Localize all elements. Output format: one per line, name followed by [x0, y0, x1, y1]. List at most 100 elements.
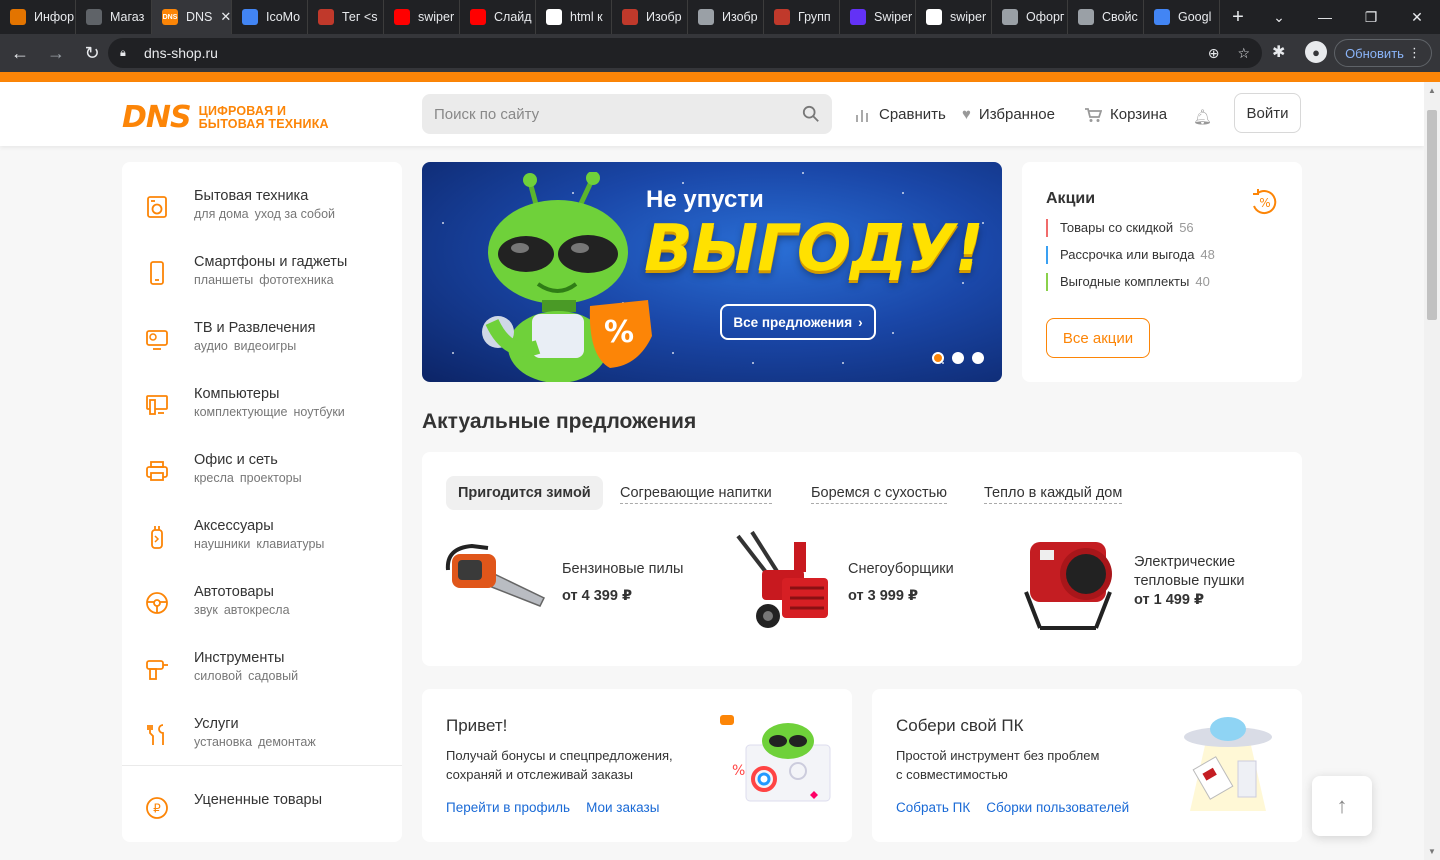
browser-tab[interactable]: IcoMo: [232, 0, 308, 34]
build-pc-link[interactable]: Собрать ПК: [896, 800, 970, 815]
browser-update-button[interactable]: Обновить ⋮: [1334, 39, 1432, 67]
browser-tab[interactable]: swiper: [384, 0, 460, 34]
offer-tab[interactable]: Согревающие напитки: [608, 476, 784, 510]
sidebar-sublink[interactable]: силовой: [194, 669, 242, 683]
sidebar-item-discounted[interactable]: ₽ Уцененные товары: [122, 789, 402, 849]
login-button[interactable]: Войти: [1234, 93, 1301, 133]
promotion-link[interactable]: Товары со скидкой 56: [1046, 219, 1194, 237]
sidebar-sublink[interactable]: установка: [194, 735, 252, 749]
sidebar-item-4[interactable]: Компьютеры комплектующие ноутбуки: [122, 386, 402, 446]
promo-banner-slider[interactable]: % Не упусти ВЫГОДУ! Все предложения ›: [422, 162, 1002, 382]
page-scrollbar[interactable]: ▲ ▼: [1424, 82, 1440, 860]
sidebar-sublink[interactable]: ноутбуки: [294, 405, 345, 419]
product-name: Снегоуборщики: [848, 560, 954, 579]
offer-product[interactable]: Бензиновые пилы от 4 399 ₽: [562, 532, 722, 632]
sidebar-sublink[interactable]: автокресла: [224, 603, 290, 617]
sidebar-sublink[interactable]: аудио: [194, 339, 228, 353]
sidebar-item-6[interactable]: Аксессуары наушники клавиатуры: [122, 518, 402, 578]
sidebar-sublink[interactable]: планшеты: [194, 273, 253, 287]
maximize-button[interactable]: ❐: [1348, 0, 1394, 34]
svg-text:%: %: [732, 763, 745, 779]
add-search-icon[interactable]: ⊕: [1208, 45, 1220, 62]
reload-button[interactable]: ↻: [76, 37, 108, 69]
sidebar-sublink[interactable]: клавиатуры: [256, 537, 324, 551]
bookmark-star-icon[interactable]: ☆: [1237, 45, 1250, 62]
sidebar-item-9[interactable]: Услуги установка демонтаж: [122, 716, 402, 776]
compare-link[interactable]: Сравнить: [855, 106, 946, 123]
my-orders-link[interactable]: Мои заказы: [586, 800, 659, 815]
cart-link[interactable]: Корзина: [1084, 106, 1167, 123]
browser-tab[interactable]: Свойс: [1068, 0, 1144, 34]
sidebar-sublink[interactable]: звук: [194, 603, 218, 617]
search-input[interactable]: Поиск по сайту: [422, 94, 832, 134]
browser-tab[interactable]: Googl: [1144, 0, 1220, 34]
browser-tab[interactable]: DNS DNS ✕: [152, 0, 232, 34]
slider-dot[interactable]: [952, 352, 964, 364]
notifications-bell-icon[interactable]: 🔔︎: [1193, 108, 1212, 126]
heat-cannon-image[interactable]: [1020, 532, 1120, 636]
browser-tab[interactable]: html к: [536, 0, 612, 34]
browser-tab[interactable]: Слайд: [460, 0, 536, 34]
scroll-down-arrow-icon[interactable]: ▼: [1428, 847, 1436, 856]
sidebar-sublink[interactable]: демонтаж: [258, 735, 316, 749]
offer-product[interactable]: Снегоуборщики от 3 999 ₽: [848, 532, 1008, 632]
browser-tab[interactable]: Изобр: [612, 0, 688, 34]
sidebar-sublink[interactable]: наушники: [194, 537, 250, 551]
back-button[interactable]: ←: [4, 37, 36, 69]
browser-tab[interactable]: Изобр: [688, 0, 764, 34]
sidebar-item-8[interactable]: Инструменты силовой садовый: [122, 650, 402, 710]
tab-title: Магаз: [110, 10, 145, 24]
promotion-link[interactable]: Выгодные комплекты 40: [1046, 273, 1210, 291]
browser-tab[interactable]: Магаз: [76, 0, 152, 34]
browser-tab[interactable]: swiper: [916, 0, 992, 34]
tab-title: Свойс: [1102, 10, 1138, 24]
offer-tab[interactable]: Пригодится зимой: [446, 476, 603, 510]
sidebar-sublink[interactable]: уход за собой: [255, 207, 335, 221]
all-promotions-button[interactable]: Все акции: [1046, 318, 1150, 358]
offer-product[interactable]: Электрические тепловые пушки от 1 499 ₽: [1134, 532, 1294, 632]
sidebar-item-3[interactable]: ТВ и Развлечения аудио видеоигры: [122, 320, 402, 380]
sidebar-sublink[interactable]: комплектующие: [194, 405, 288, 419]
sidebar-item-7[interactable]: Автотовары звук автокресла: [122, 584, 402, 644]
offer-tab[interactable]: Боремся с сухостью: [799, 476, 959, 510]
sidebar-item-5[interactable]: Офис и сеть кресла проекторы: [122, 452, 402, 512]
sidebar-item-1[interactable]: Бытовая техника для дома уход за собой: [122, 188, 402, 248]
new-tab-button[interactable]: +: [1220, 0, 1256, 34]
scroll-to-top-button[interactable]: ↑: [1312, 776, 1372, 836]
extensions-icon[interactable]: ✱: [1272, 42, 1285, 62]
all-offers-button[interactable]: Все предложения ›: [720, 304, 876, 340]
profile-avatar-icon[interactable]: ●: [1305, 41, 1327, 63]
tab-search-icon[interactable]: ⌄: [1256, 0, 1302, 34]
sidebar-sublink[interactable]: садовый: [248, 669, 298, 683]
browser-tab[interactable]: Офорг: [992, 0, 1068, 34]
sidebar-sublink[interactable]: проекторы: [240, 471, 302, 485]
minimize-button[interactable]: —: [1302, 0, 1348, 34]
browser-tab[interactable]: Групп: [764, 0, 840, 34]
sidebar-sublink[interactable]: фототехника: [259, 273, 333, 287]
snowblower-image[interactable]: [732, 530, 836, 634]
close-window-button[interactable]: ✕: [1394, 0, 1440, 34]
url-bar[interactable]: 🔒︎ dns-shop.ru ⊕ ☆: [108, 38, 1262, 68]
scrollbar-thumb[interactable]: [1427, 110, 1437, 320]
slider-dot[interactable]: [972, 352, 984, 364]
go-to-profile-link[interactable]: Перейти в профиль: [446, 800, 570, 815]
browser-tab[interactable]: Тег <s: [308, 0, 384, 34]
browser-tab[interactable]: Swiper: [840, 0, 916, 34]
browser-tab[interactable]: Инфор: [0, 0, 76, 34]
sidebar-sublink[interactable]: кресла: [194, 471, 234, 485]
close-tab-icon[interactable]: ✕: [220, 9, 231, 25]
dns-logo[interactable]: DNS ЦИФРОВАЯ И БЫТОВАЯ ТЕХНИКА: [122, 100, 329, 135]
offer-tab[interactable]: Тепло в каждый дом: [972, 476, 1134, 510]
favorites-link[interactable]: ♥ Избранное: [962, 106, 1055, 123]
promotion-link[interactable]: Рассрочка или выгода 48: [1046, 246, 1215, 264]
sidebar-item-2[interactable]: Смартфоны и гаджеты планшеты фототехника: [122, 254, 402, 314]
sidebar-sublink[interactable]: видеоигры: [234, 339, 296, 353]
slider-dot-active[interactable]: [932, 352, 944, 364]
search-icon[interactable]: [802, 105, 820, 123]
sidebar-sublink[interactable]: для дома: [194, 207, 249, 221]
scroll-up-arrow-icon[interactable]: ▲: [1428, 86, 1436, 95]
forward-button[interactable]: →: [40, 37, 72, 69]
user-builds-link[interactable]: Сборки пользователей: [986, 800, 1129, 815]
chainsaw-image[interactable]: [444, 540, 548, 620]
appliance-icon: [147, 196, 167, 218]
